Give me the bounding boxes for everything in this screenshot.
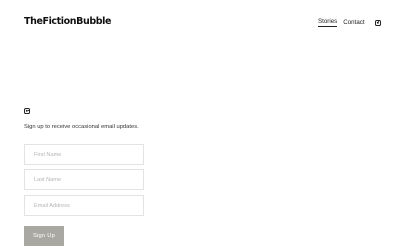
page: TheFictionBubble Stories Contact Sign up…: [0, 0, 400, 250]
first-name-field[interactable]: [24, 144, 144, 165]
sign-up-button[interactable]: Sign Up: [24, 226, 64, 246]
nav-link-contact[interactable]: Contact: [343, 19, 364, 27]
nav-link-stories[interactable]: Stories: [318, 18, 338, 27]
newsletter-prompt: Sign up to receive occasional email upda…: [24, 124, 139, 130]
last-name-field[interactable]: [24, 169, 144, 190]
main-nav: Stories Contact: [318, 18, 381, 27]
instagram-icon[interactable]: [24, 108, 30, 114]
instagram-icon[interactable]: [374, 19, 381, 26]
email-field[interactable]: [24, 195, 144, 216]
site-logo[interactable]: TheFictionBubble: [24, 16, 111, 28]
